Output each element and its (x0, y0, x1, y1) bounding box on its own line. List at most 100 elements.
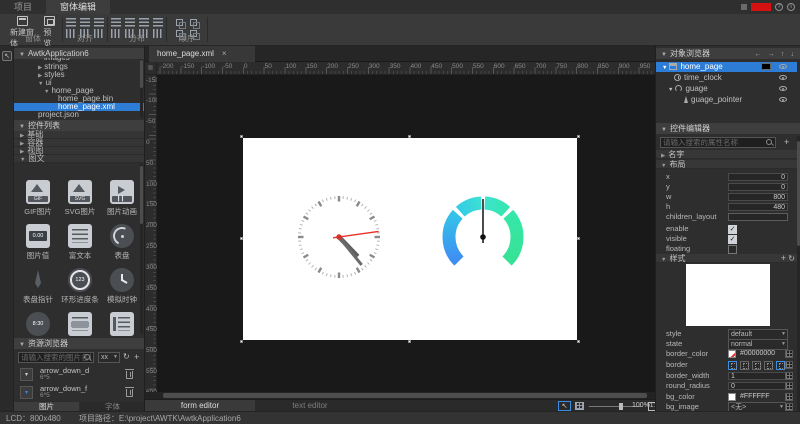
widget-editor-header[interactable]: ▼控件编辑器 (656, 123, 800, 134)
section-layout[interactable]: ▼布局 (656, 160, 800, 169)
widget-list-view[interactable] (101, 312, 143, 336)
delete-icon[interactable] (126, 371, 133, 379)
visibility-eye-icon[interactable] (779, 86, 787, 91)
floating-checkbox[interactable] (728, 245, 737, 254)
resize-handle[interactable] (577, 237, 580, 240)
resize-handle[interactable] (240, 340, 243, 343)
round-radius-input[interactable]: 0 (728, 382, 786, 390)
tree-item-strings[interactable]: ▶strings (14, 63, 145, 71)
state-grid-icon[interactable] (785, 403, 793, 411)
add-resource-icon[interactable]: + (134, 352, 139, 362)
align-top-icon[interactable] (66, 18, 76, 27)
zoom-slider-thumb[interactable] (619, 403, 623, 410)
resource-tab-fonts[interactable]: 字体 (80, 402, 145, 411)
section-name[interactable]: ▶名字 (656, 150, 800, 159)
document-tab[interactable]: home_page.xml× (149, 46, 255, 62)
x-input[interactable]: 0 (728, 173, 788, 181)
resize-handle[interactable] (577, 135, 580, 138)
gauge-widget[interactable] (441, 195, 525, 279)
resize-handle[interactable] (577, 340, 580, 343)
widget-image-animation[interactable]: ▎▎ 图片动画 (101, 180, 143, 217)
help-icon[interactable]: ? (775, 3, 783, 11)
move-right-icon[interactable]: → (768, 51, 775, 58)
widget-grid-scrollbar[interactable] (140, 164, 143, 334)
enable-checkbox[interactable]: ✓ (728, 225, 737, 234)
object-node-guage[interactable]: ▼guage (656, 84, 797, 94)
state-grid-icon[interactable] (785, 350, 793, 358)
property-search-input[interactable] (660, 137, 776, 148)
tree-item-project-json[interactable]: project.json (14, 111, 145, 119)
resize-handle[interactable] (240, 237, 243, 240)
h-input[interactable]: 480 (728, 203, 788, 211)
distribute-vspace-icon[interactable] (153, 18, 163, 27)
resize-handle[interactable] (408, 135, 411, 138)
bg-color-swatch[interactable] (728, 393, 736, 401)
resize-handle[interactable] (408, 340, 411, 343)
delete-icon[interactable] (126, 389, 133, 397)
object-node-guage-pointer[interactable]: guage_pointer (656, 95, 797, 105)
h-scrollbar[interactable] (145, 392, 655, 399)
border-top-toggle[interactable] (740, 361, 749, 370)
distribute-bottom-icon[interactable] (139, 18, 149, 27)
border-right-toggle[interactable] (752, 361, 761, 370)
widget-analog-clock[interactable]: 模拟时钟 (101, 268, 143, 305)
resource-browser-header[interactable]: ▼资源浏览器 (14, 338, 144, 349)
resource-item-row[interactable]: ▾ arrow_down_f 6*5 (14, 384, 145, 402)
tree-scrollbar[interactable] (140, 59, 143, 118)
design-viewport[interactable] (157, 75, 655, 392)
widget-progress-circle[interactable]: 123 环形进度条 (59, 268, 101, 305)
widget-rich-text[interactable]: 富文本 (59, 224, 101, 261)
border-color-swatch[interactable] (728, 350, 736, 358)
w-input[interactable]: 800 (728, 193, 788, 201)
widget-image-value[interactable]: 0.00 图片值 (17, 224, 59, 261)
widget-svg-image[interactable]: SVG SVG图片 (59, 180, 101, 217)
time-clock-widget[interactable] (295, 193, 383, 281)
border-left-toggle[interactable] (728, 361, 737, 370)
object-node-time-clock[interactable]: time_clock (656, 73, 797, 83)
widget-gauge-pointer[interactable]: 表盘指针 (17, 268, 59, 305)
children-layout-input[interactable] (728, 213, 788, 221)
visibility-eye-icon[interactable] (779, 64, 787, 69)
color-swatch[interactable] (761, 63, 771, 70)
bg-image-select[interactable]: <无>▼ (728, 402, 786, 411)
state-grid-icon[interactable] (785, 382, 793, 390)
resize-handle[interactable] (240, 135, 243, 138)
add-style-icon[interactable]: + (781, 253, 786, 263)
state-grid-icon[interactable] (785, 361, 793, 369)
refresh-style-icon[interactable]: ↻ (788, 254, 795, 263)
distribute-top-icon[interactable] (111, 18, 121, 27)
info-icon[interactable]: i (787, 3, 795, 11)
y-input[interactable]: 0 (728, 183, 788, 191)
tree-item-home-page-xml[interactable]: home_page.xml (14, 103, 145, 111)
move-left-icon[interactable]: ← (754, 51, 761, 58)
widget-gauge[interactable]: 表盘 (101, 224, 143, 261)
object-node-home-page[interactable]: ▼home_page (656, 62, 797, 72)
visibility-eye-icon[interactable] (779, 75, 787, 80)
border-width-input[interactable]: 1 (728, 372, 786, 380)
border-bottom-toggle[interactable] (764, 361, 773, 370)
object-browser-header[interactable]: ▼对象浏览器 ← → ↑ ↓ (656, 48, 800, 59)
menu-tab-form-edit[interactable]: 窗体编辑 (46, 0, 110, 14)
state-grid-icon[interactable] (785, 372, 793, 380)
bring-forward-icon[interactable] (176, 19, 183, 26)
state-grid-icon[interactable] (785, 393, 793, 401)
widget-gif-image[interactable]: GIF GIF图片 (17, 180, 59, 217)
resource-search-input[interactable] (18, 352, 94, 363)
resource-filter-select[interactable]: xx▼ (98, 352, 120, 363)
send-backward-icon[interactable] (190, 19, 197, 26)
visibility-eye-icon[interactable] (779, 97, 787, 102)
add-property-icon[interactable]: + (784, 137, 789, 147)
border-all-toggle[interactable] (776, 361, 785, 370)
menu-tab-project[interactable]: 项目 (0, 0, 46, 14)
widget-pick-icon[interactable]: ↖ (2, 51, 12, 61)
resource-tab-images[interactable]: 图片 (14, 402, 79, 411)
widget-digital-clock[interactable]: 8:30 (17, 312, 59, 336)
category-image-text[interactable]: ▼图文 (14, 155, 145, 163)
move-up-icon[interactable]: ↑ (781, 51, 785, 58)
widget-text-selector[interactable] (59, 312, 101, 336)
record-badge[interactable] (751, 3, 771, 11)
section-style[interactable]: ▼样式 + ↻ (656, 254, 800, 263)
refresh-icon[interactable]: ↻ (123, 352, 130, 361)
grid-toggle-icon[interactable] (575, 402, 584, 410)
record-icon[interactable] (741, 4, 747, 10)
